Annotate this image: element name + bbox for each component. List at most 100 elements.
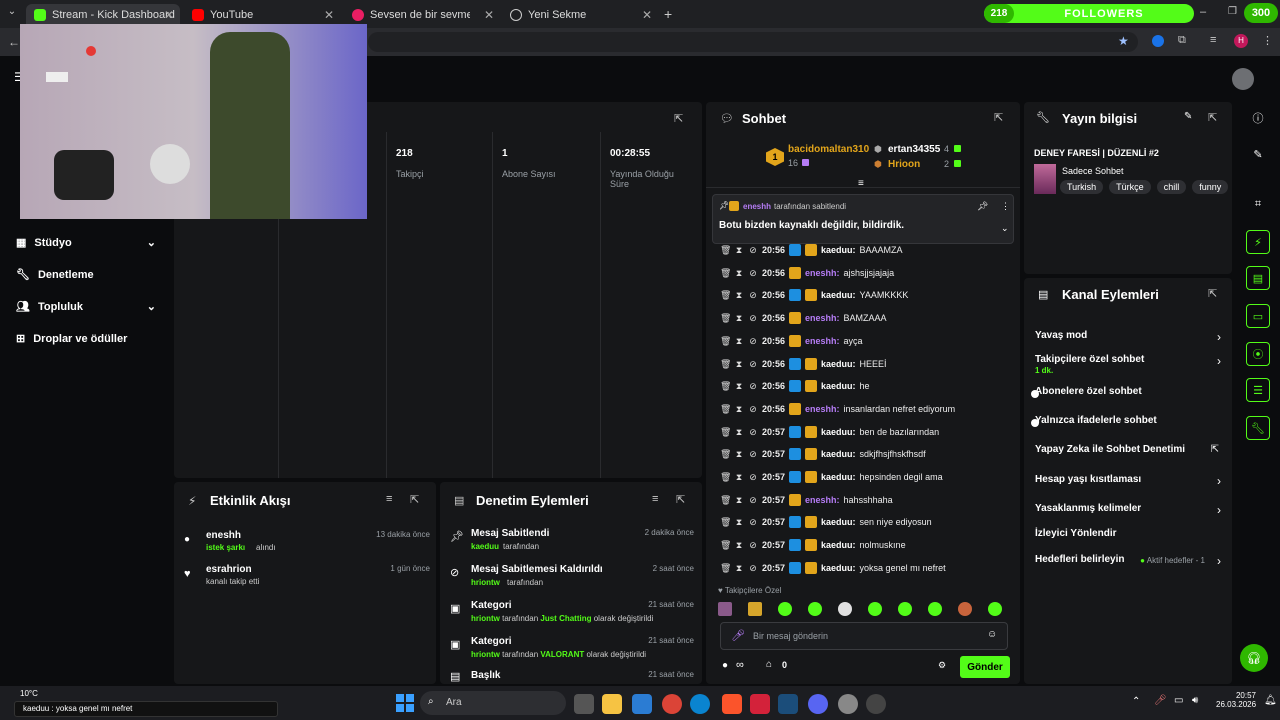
delete-icon[interactable]: 🗑︎ <box>720 563 731 573</box>
timeout-icon[interactable]: ⧗ <box>734 404 744 414</box>
chat-message[interactable]: 🗑︎ ⧗ ⊘ 20:57 eneshh: hahsshhaha <box>720 489 1020 511</box>
delete-icon[interactable]: 🗑︎ <box>720 427 731 437</box>
filter-icon[interactable]: ≡ <box>652 493 658 505</box>
ban-icon[interactable]: ⊘ <box>748 495 758 505</box>
tray-mic-icon[interactable]: 🎤︎ <box>1154 695 1167 706</box>
tab-youtube[interactable]: YouTube ✕ <box>184 4 340 26</box>
timeout-icon[interactable]: ⧗ <box>734 290 744 300</box>
chat-message[interactable]: 🗑︎ ⧗ ⊘ 20:57 kaeduu: sdkjfhsjfhskfhsdf <box>720 443 1020 465</box>
chat-message[interactable]: 🗑︎ ⧗ ⊘ 20:56 eneshh: BAMZAAA <box>720 307 1020 329</box>
info-icon[interactable]: ⓘ <box>1246 106 1270 130</box>
ban-icon[interactable]: ⊘ <box>748 313 758 323</box>
user-avatar[interactable] <box>1232 68 1254 90</box>
store-app-icon[interactable] <box>632 694 652 714</box>
back-icon[interactable]: ← <box>8 35 20 49</box>
emote-icon[interactable] <box>838 602 852 616</box>
store-icon[interactable]: ⌂ <box>766 659 772 670</box>
delete-icon[interactable]: 🗑︎ <box>720 336 731 346</box>
brave-icon[interactable] <box>722 694 742 714</box>
timeout-icon[interactable]: ⧗ <box>734 540 744 550</box>
sidebar-item-drops[interactable]: ⊞ Droplar ve ödüller <box>16 332 127 346</box>
settings-gear-icon[interactable]: ⚙ <box>938 660 946 671</box>
ban-icon[interactable]: ⊘ <box>748 472 758 482</box>
message-user[interactable]: kaeduu <box>821 472 853 482</box>
tab-list-icon[interactable]: ⌄ <box>4 6 20 22</box>
chat-message[interactable]: 🗑︎ ⧗ ⊘ 20:57 kaeduu: ben de bazılarından <box>720 421 1020 443</box>
discord-icon[interactable] <box>808 694 828 714</box>
tab-music[interactable]: Sevsen de bir sevmesen de ✕ <box>344 4 500 26</box>
timeout-icon[interactable]: ⧗ <box>734 563 744 573</box>
channel-action-item[interactable]: Yasaklanmış kelimeler › <box>1035 503 1225 525</box>
network-icon[interactable]: ▭ <box>1174 695 1183 706</box>
chat-bubble-icon[interactable]: ▭ <box>1246 304 1270 328</box>
popout-icon[interactable]: ⇱ <box>410 493 419 506</box>
windows-start-icon[interactable] <box>396 694 414 712</box>
emote-icon[interactable] <box>748 602 762 616</box>
channel-action-item[interactable]: İzleyici Yönlendir <box>1035 528 1225 550</box>
popout-icon[interactable]: ⇱ <box>674 112 683 125</box>
close-tab-icon[interactable]: ✕ <box>484 8 494 22</box>
document-icon[interactable]: ▤ <box>1246 266 1270 290</box>
scan-icon[interactable]: ⌗ <box>1246 192 1270 216</box>
ban-icon[interactable]: ⊘ <box>748 268 758 278</box>
task-view-icon[interactable] <box>574 694 594 714</box>
timeout-icon[interactable]: ⧗ <box>734 359 744 369</box>
message-user[interactable]: kaeduu <box>821 540 853 550</box>
chat-message[interactable]: 🗑︎ ⧗ ⊘ 20:56 kaeduu: BAAAMZA <box>720 239 1020 261</box>
message-user[interactable]: eneshh <box>805 404 837 414</box>
tag-chip[interactable]: funny <box>1192 180 1229 194</box>
emoji-icon[interactable]: ☺ <box>987 629 997 640</box>
message-user[interactable]: kaeduu <box>821 381 853 391</box>
message-user[interactable]: kaeduu <box>821 517 853 527</box>
bolt-icon[interactable]: ⚡︎ <box>1246 230 1270 254</box>
tray-chevron-icon[interactable]: ⌃ <box>1132 696 1140 707</box>
delete-icon[interactable]: 🗑︎ <box>720 359 731 369</box>
delete-icon[interactable]: 🗑︎ <box>720 517 731 527</box>
delete-icon[interactable]: 🗑︎ <box>720 540 731 550</box>
channel-action-item[interactable]: Hesap yaşı kısıtlaması › <box>1035 474 1225 496</box>
delete-icon[interactable]: 🗑︎ <box>720 245 731 255</box>
message-user[interactable]: eneshh <box>805 336 837 346</box>
filter-icon[interactable]: ≡ <box>386 493 392 505</box>
app-icon[interactable] <box>750 694 770 714</box>
actions-icon[interactable]: ☰ <box>1246 378 1270 402</box>
chat-message[interactable]: 🗑︎ ⧗ ⊘ 20:56 kaeduu: YAAMKKKK <box>720 284 1020 306</box>
extensions-puzzle-icon[interactable]: ⧉ <box>1178 34 1186 47</box>
timeout-icon[interactable]: ⧗ <box>734 268 744 278</box>
steam-icon[interactable] <box>778 694 798 714</box>
notification-bell-icon[interactable]: 🔔︎ <box>1264 695 1277 706</box>
close-tab-icon[interactable]: ✕ <box>164 8 174 22</box>
channel-points-icon[interactable]: ● <box>722 660 728 671</box>
channel-action-item[interactable]: Yapay Zeka ile Sohbet Denetimi ⇱ <box>1035 444 1225 466</box>
obs-icon[interactable] <box>866 694 886 714</box>
sidebar-item-studio[interactable]: ▦ Stüdyo ⌄ <box>16 236 156 250</box>
ban-icon[interactable]: ⊘ <box>748 290 758 300</box>
message-user[interactable]: eneshh <box>805 313 837 323</box>
sidebar-item-community[interactable]: 👥︎ Topluluk ⌄ <box>16 300 156 314</box>
popout-icon[interactable]: ⇱ <box>1208 111 1217 124</box>
message-user[interactable]: kaeduu <box>821 449 853 459</box>
microphone-icon[interactable]: 🎤︎ <box>731 629 745 642</box>
timeout-icon[interactable]: ⧗ <box>734 427 744 437</box>
message-user[interactable]: kaeduu <box>821 427 853 437</box>
tab-kick-dashboard[interactable]: Stream - Kick Dashboard ✕ <box>26 4 180 26</box>
delete-icon[interactable]: 🗑︎ <box>720 404 731 414</box>
reading-list-icon[interactable]: ≡ <box>1210 34 1216 46</box>
tag-chip[interactable]: Türkçe <box>1109 180 1151 194</box>
channel-action-item[interactable]: Takipçilere özel sohbet 1 dk. › <box>1035 354 1225 376</box>
ban-icon[interactable]: ⊘ <box>748 427 758 437</box>
chat-message[interactable]: 🗑︎ ⧗ ⊘ 20:56 eneshh: ajshsjjsjajaja <box>720 262 1020 284</box>
emote-icon[interactable] <box>898 602 912 616</box>
edit-pencil-icon[interactable]: ✎ <box>1184 111 1192 122</box>
edge-icon[interactable] <box>690 694 710 714</box>
close-tab-icon[interactable]: ✕ <box>324 8 334 22</box>
chat-message[interactable]: 🗑︎ ⧗ ⊘ 20:57 kaeduu: yoksa genel mı nefret <box>720 557 1020 579</box>
send-button[interactable]: Gönder <box>960 656 1010 678</box>
delete-icon[interactable]: 🗑︎ <box>720 290 731 300</box>
taskbar-search[interactable]: ⌕ Ara <box>420 691 566 715</box>
chat-message[interactable]: 🗑︎ ⧗ ⊘ 20:57 kaeduu: hepsinden degil ama <box>720 466 1020 488</box>
restore-icon[interactable]: ❐ <box>1228 6 1237 17</box>
url-field[interactable] <box>368 32 1138 52</box>
chat-message[interactable]: 🗑︎ ⧗ ⊘ 20:56 eneshh: insanlardan nefret ediyo… <box>720 398 1020 420</box>
broadcast-icon[interactable]: ⦿ <box>1246 342 1270 366</box>
